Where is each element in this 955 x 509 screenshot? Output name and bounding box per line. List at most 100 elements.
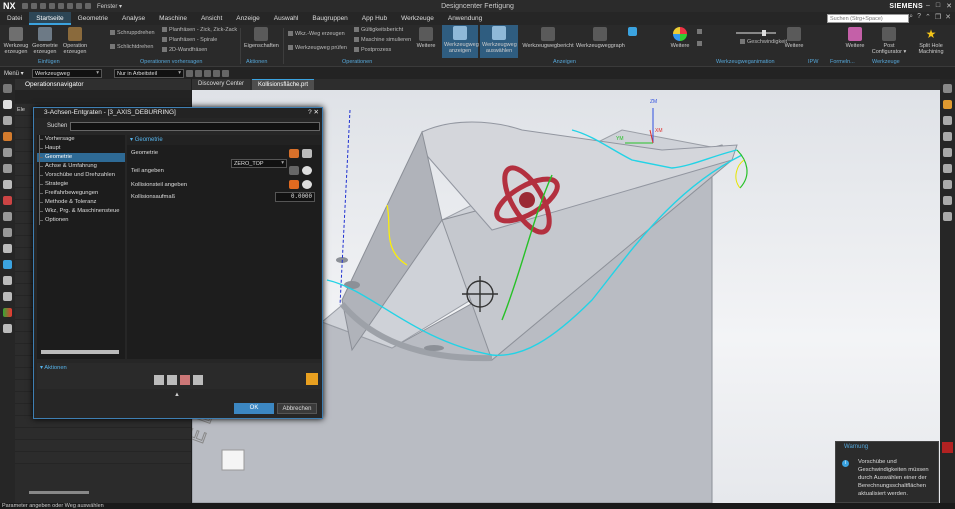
wall-mill-item[interactable]: 2D-Wandfräsen — [162, 47, 207, 54]
lock-icon[interactable] — [306, 373, 318, 385]
split-hole-machining-button[interactable]: ★ Split Hole Machining — [912, 27, 950, 55]
menu-app-hub[interactable]: App Hub — [355, 12, 394, 25]
face-mill-spiral-item[interactable]: Planfräsen - Spirale — [162, 37, 217, 44]
assembly-icon[interactable] — [3, 116, 12, 125]
properties-button[interactable]: Eigenschaften — [244, 27, 279, 49]
cancel-button[interactable]: Abbrechen — [277, 403, 317, 414]
tree-item-methode[interactable]: Methode & Toleranz — [37, 198, 125, 207]
help-icon[interactable]: ? — [917, 13, 921, 21]
dialog-title-bar[interactable]: 3-Achsen-Entgraten - [3_AXIS_DEBURRING] … — [34, 108, 322, 118]
feature-icon[interactable] — [3, 196, 12, 205]
create-tool-button[interactable]: Werkzeug erzeugen — [3, 27, 29, 55]
menu-maschine[interactable]: Maschine — [152, 12, 194, 25]
menu-ansicht[interactable]: Ansicht — [194, 12, 229, 25]
menu-auswahl[interactable]: Auswahl — [267, 12, 306, 25]
simulate-machine-item[interactable]: Maschine simulieren — [354, 37, 411, 44]
post-configurator-button[interactable]: Post Configurator ▾ — [870, 27, 908, 55]
rough-turn-item[interactable]: Schruppdrehen — [110, 30, 155, 37]
restore-icon[interactable]: ❐ — [935, 13, 941, 21]
reuse-icon[interactable] — [3, 212, 12, 221]
face-mill-zigzag-item[interactable]: Planfräsen - Zick, Zick-Zack — [162, 27, 237, 34]
verify-icon[interactable] — [180, 375, 190, 385]
command-search-input[interactable]: Suchen (Strg+Space) — [827, 14, 909, 23]
collapse-icon[interactable]: ⌃ — [925, 13, 931, 21]
save-icon[interactable] — [22, 3, 28, 9]
more-display-button[interactable]: Weitere — [668, 27, 692, 49]
select-part-icon[interactable] — [289, 166, 299, 175]
more-operations-button[interactable]: Weitere — [414, 27, 438, 49]
system-icon[interactable] — [3, 324, 12, 333]
pen-icon[interactable] — [943, 196, 952, 205]
machine-icon[interactable] — [3, 132, 12, 141]
tab-discovery-center[interactable]: Discovery Center — [192, 79, 251, 90]
more-tools-button[interactable]: Weitere — [843, 27, 867, 49]
replay-icon[interactable] — [167, 375, 177, 385]
tree-item-vorhersage[interactable]: Vorhersage — [37, 135, 125, 144]
dialog-help-close-icons[interactable]: ? ✕ — [308, 108, 319, 118]
minimize-icon[interactable]: – — [926, 2, 930, 10]
navigator-row[interactable] — [15, 440, 191, 452]
more-animation-button[interactable]: Weitere — [783, 27, 805, 49]
toolpath-graph-button[interactable]: Werkzeugweggraph — [576, 27, 625, 49]
roles-icon[interactable] — [3, 292, 12, 301]
menu-geometrie[interactable]: Geometrie — [71, 12, 115, 25]
tree-item-freifahrbewegungen[interactable]: Freifahrbewegungen — [37, 189, 125, 198]
navigator-row[interactable] — [15, 428, 191, 440]
play-view-icon[interactable] — [943, 132, 952, 141]
snap-icon[interactable] — [213, 69, 220, 77]
warning-close-icon[interactable] — [942, 442, 953, 453]
select-all-icon[interactable] — [195, 69, 202, 77]
tab-kollisionsflaeche[interactable]: Kollisionsfläche.prt — [252, 79, 315, 90]
close-icon[interactable]: ✕ — [946, 2, 952, 10]
menu-datei[interactable]: Datei — [0, 12, 29, 25]
tree-item-optionen[interactable]: Optionen — [37, 216, 125, 225]
generate-toolpath-item[interactable]: Wkz.-Weg erzeugen — [288, 31, 345, 38]
allowance-input[interactable]: 0.0000 — [275, 192, 315, 202]
dialog-search-input[interactable] — [70, 121, 321, 131]
touch-icon[interactable] — [85, 3, 91, 9]
geometry-select[interactable]: ZERO_TOP — [231, 159, 287, 168]
menu-analyse[interactable]: Analyse — [115, 12, 152, 25]
select-collision-icon[interactable] — [289, 180, 299, 189]
layer-icon[interactable] — [3, 244, 12, 253]
browser-icon[interactable] — [3, 276, 12, 285]
palette-icon[interactable] — [3, 308, 12, 317]
tree-scrollbar[interactable] — [41, 350, 119, 354]
verify-toolpath-item[interactable]: Werkzeugweg prüfen — [288, 45, 347, 52]
tree-item-haupt[interactable]: Haupt — [37, 144, 125, 153]
menu-werkzeuge[interactable]: Werkzeuge — [394, 12, 441, 25]
geometry-section-header[interactable]: ▾ Geometrie — [127, 135, 321, 145]
edit-geometry-icon[interactable] — [289, 149, 299, 158]
list-icon[interactable] — [193, 375, 203, 385]
show-part-icon[interactable] — [302, 166, 312, 175]
navigator-row[interactable] — [15, 452, 191, 464]
grid-icon[interactable] — [943, 180, 952, 189]
toolpath-report-button[interactable]: Werkzeugwegbericht — [522, 27, 574, 49]
tool-nav-icon[interactable] — [3, 148, 12, 157]
filter-icon[interactable] — [186, 69, 193, 77]
settings-view-icon[interactable] — [943, 148, 952, 157]
deselect-icon[interactable] — [204, 69, 211, 77]
generate-icon[interactable] — [154, 375, 164, 385]
finish-turn-item[interactable]: Schlichtdrehen — [110, 44, 153, 51]
maximize-icon[interactable]: □ — [936, 2, 940, 10]
search-icon[interactable]: ⌕ — [909, 13, 913, 21]
undo-icon[interactable] — [31, 3, 37, 9]
window-menu[interactable]: Fenster ▾ — [97, 3, 122, 10]
ok-button[interactable]: OK — [234, 403, 274, 414]
render-icon[interactable] — [943, 100, 952, 109]
redo-icon[interactable] — [40, 3, 46, 9]
play-icon[interactable] — [697, 41, 704, 48]
navigator-scrollbar[interactable] — [29, 491, 89, 494]
postprocess-item[interactable]: Postprozess — [354, 47, 391, 54]
point-icon[interactable] — [222, 69, 229, 77]
nav-icon[interactable] — [3, 84, 12, 93]
speed-slider-thumb[interactable] — [762, 30, 766, 36]
blue-tool-button[interactable] — [626, 27, 638, 38]
geometry-nav-icon[interactable] — [3, 164, 12, 173]
menu-anwendung[interactable]: Anwendung — [441, 12, 489, 25]
zoom-icon[interactable] — [943, 164, 952, 173]
actions-header[interactable]: ▾ Aktionen — [37, 363, 321, 373]
clock-icon[interactable] — [3, 260, 12, 269]
show-toolpath-button[interactable]: Werkzeugweg anzeigen — [442, 25, 479, 58]
